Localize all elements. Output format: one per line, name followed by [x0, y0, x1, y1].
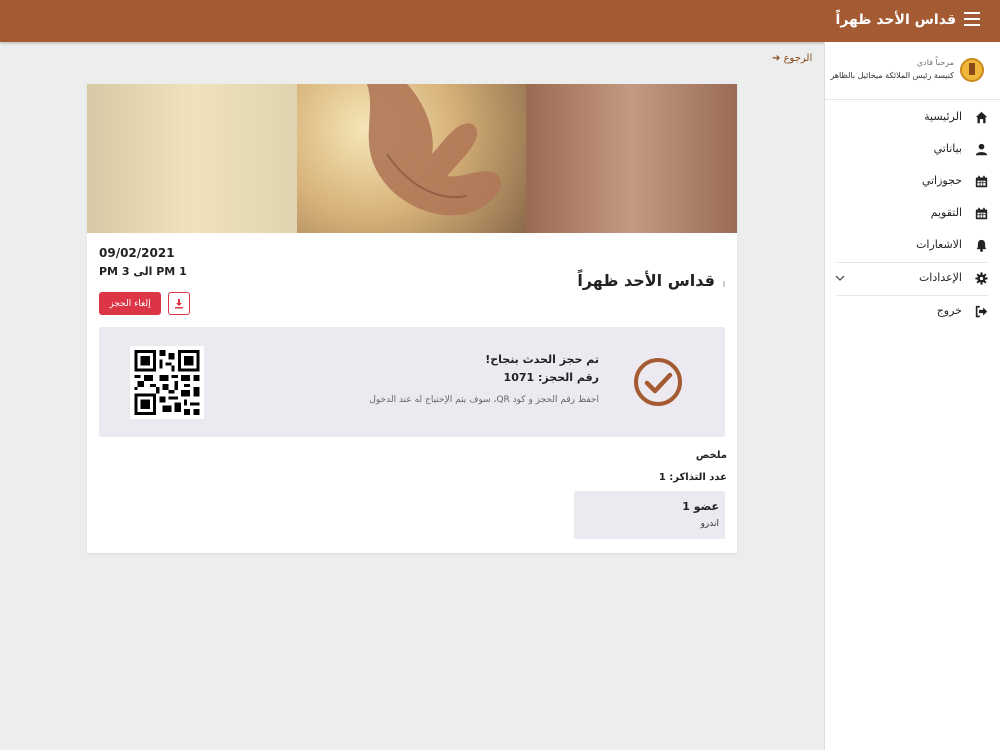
sidebar-item-logout[interactable]: خروج — [825, 296, 1000, 328]
sidebar-item-label: خروج — [936, 304, 962, 317]
sidebar-item-settings[interactable]: الإعدادات — [825, 263, 1000, 295]
booking-number: رقم الحجز: 1071 — [503, 371, 599, 384]
sidebar-item-bookings[interactable]: حجوزاتي — [825, 166, 1000, 198]
download-button[interactable] — [168, 292, 190, 315]
user-greeting: مرحباً فادي — [916, 58, 954, 67]
sidebar-item-label: حجوزاتي — [921, 174, 962, 187]
title-accent — [723, 281, 725, 287]
top-bar: قداس الأحد ظهراً — [0, 0, 1000, 42]
summary-heading: ملخص — [695, 450, 727, 461]
ticket-count: عدد التذاكر: 1 — [658, 472, 727, 483]
event-card: قداس الأحد ظهراً 09/02/2021 1 PM الى 3 P… — [87, 84, 737, 553]
event-title: قداس الأحد ظهراً — [577, 271, 715, 290]
booking-confirmation-panel: تم حجز الحدث بنجاح! رقم الحجز: 1071 احفظ… — [99, 327, 725, 437]
qr-code — [130, 346, 204, 419]
confirmation-note: احفظ رقم الحجز و كود QR، سوف يتم الإحتيا… — [369, 395, 599, 405]
member-name: عضو 1 — [682, 500, 719, 513]
hamburger-menu-icon[interactable] — [964, 12, 980, 26]
sidebar-item-profile[interactable]: بياناتي — [825, 134, 1000, 166]
event-date: 09/02/2021 — [99, 246, 175, 260]
open-hand-image — [367, 84, 501, 216]
page-title: قداس الأحد ظهراً — [835, 12, 956, 28]
sidebar-item-notifications[interactable]: الاشعارات — [825, 230, 1000, 262]
user-panel: مرحباً فادي كنيسة رئيس الملائكة ميخائيل … — [825, 42, 1000, 100]
sidebar-item-calendar[interactable]: التقويم — [825, 198, 1000, 230]
user-icon — [975, 143, 988, 156]
bell-icon — [976, 239, 987, 252]
back-link-label: الرجوع — [783, 53, 813, 64]
sidebar: مرحباً فادي كنيسة رئيس الملائكة ميخائيل … — [824, 42, 1000, 750]
event-time: 1 PM الى 3 PM — [99, 265, 187, 278]
gear-icon — [975, 272, 988, 285]
logout-icon — [975, 305, 988, 318]
member-card: عضو 1 اندرو — [574, 491, 725, 539]
home-icon — [975, 111, 988, 124]
calendar-icon — [975, 175, 988, 188]
event-banner-image — [87, 84, 737, 233]
calendar-icon — [975, 207, 988, 220]
back-link[interactable]: الرجوع ➔ — [772, 53, 812, 64]
sidebar-item-label: الإعدادات — [918, 271, 962, 284]
chevron-down-icon[interactable] — [835, 273, 845, 283]
confirmation-title: تم حجز الحدث بنجاح! — [485, 353, 599, 366]
church-name: كنيسة رئيس الملائكة ميخائيل بالظاهر — [830, 71, 954, 80]
sidebar-item-label: التقويم — [930, 206, 962, 219]
church-logo — [960, 58, 984, 82]
sidebar-item-label: الاشعارات — [916, 238, 962, 251]
sidebar-item-label: بياناتي — [933, 142, 962, 155]
arrow-right-icon: ➔ — [772, 53, 781, 64]
sidebar-item-label: الرئيسية — [924, 110, 962, 123]
cancel-booking-button[interactable]: إلغاء الحجز — [99, 292, 161, 315]
sidebar-item-home[interactable]: الرئيسية — [825, 102, 1000, 134]
check-circle-icon — [634, 358, 682, 406]
download-icon — [175, 298, 183, 308]
member-person: اندرو — [700, 519, 719, 529]
